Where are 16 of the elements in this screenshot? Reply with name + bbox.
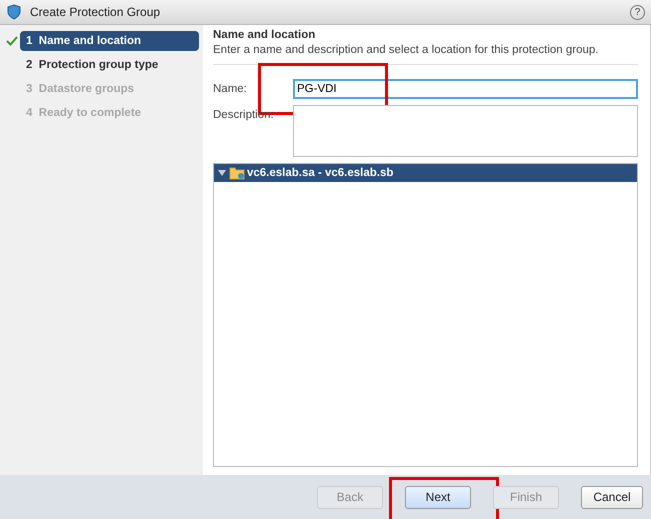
wizard-button[interactable]: Cancel [581,486,643,508]
wizard-step[interactable]: 1 Name and location [20,31,199,51]
name-field[interactable]: PG-VDI [293,79,638,99]
expanded-triangle-icon[interactable] [217,169,227,177]
wizard-step[interactable]: 2 Protection group type [20,55,199,75]
description-field[interactable] [293,105,638,157]
wizard-button[interactable]: Next [405,486,471,508]
page-description: Enter a name and description and select a location for this protection group. [213,44,638,65]
name-label: Name: [213,82,248,95]
folder-icon [229,166,245,180]
help-icon[interactable]: ? [630,4,645,20]
shield-icon [6,4,22,20]
description-label: Description: [213,108,275,121]
page-heading: Name and location [213,29,316,41]
window-title: Create Protection Group [30,5,162,19]
tree-node[interactable]: vc6.eslab.sa - vc6.eslab.sb [214,164,637,182]
